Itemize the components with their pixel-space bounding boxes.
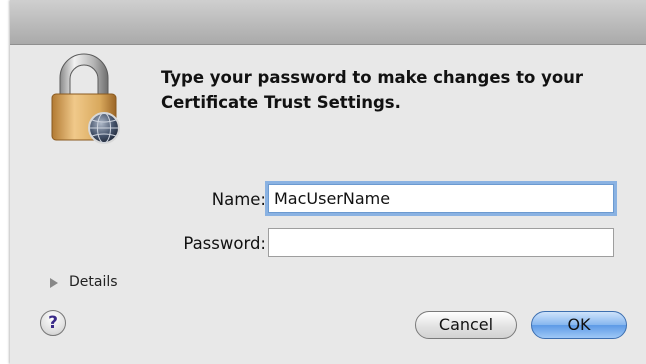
ok-button[interactable]: OK [531, 311, 627, 339]
name-input[interactable] [268, 184, 614, 213]
authentication-dialog: Type your password to make changes to yo… [10, 0, 646, 364]
disclosure-triangle-icon[interactable] [50, 278, 58, 288]
dialog-message: Type your password to make changes to yo… [161, 68, 584, 112]
name-label: Name: [211, 190, 266, 209]
help-icon[interactable]: ? [40, 310, 66, 336]
cancel-button[interactable]: Cancel [415, 311, 517, 339]
password-label: Password: [183, 234, 266, 253]
details-toggle-label[interactable]: Details [69, 274, 118, 290]
globe-icon [88, 112, 120, 144]
lock-icon [46, 52, 126, 144]
password-input[interactable] [268, 228, 614, 257]
dialog-titlebar [10, 0, 646, 45]
